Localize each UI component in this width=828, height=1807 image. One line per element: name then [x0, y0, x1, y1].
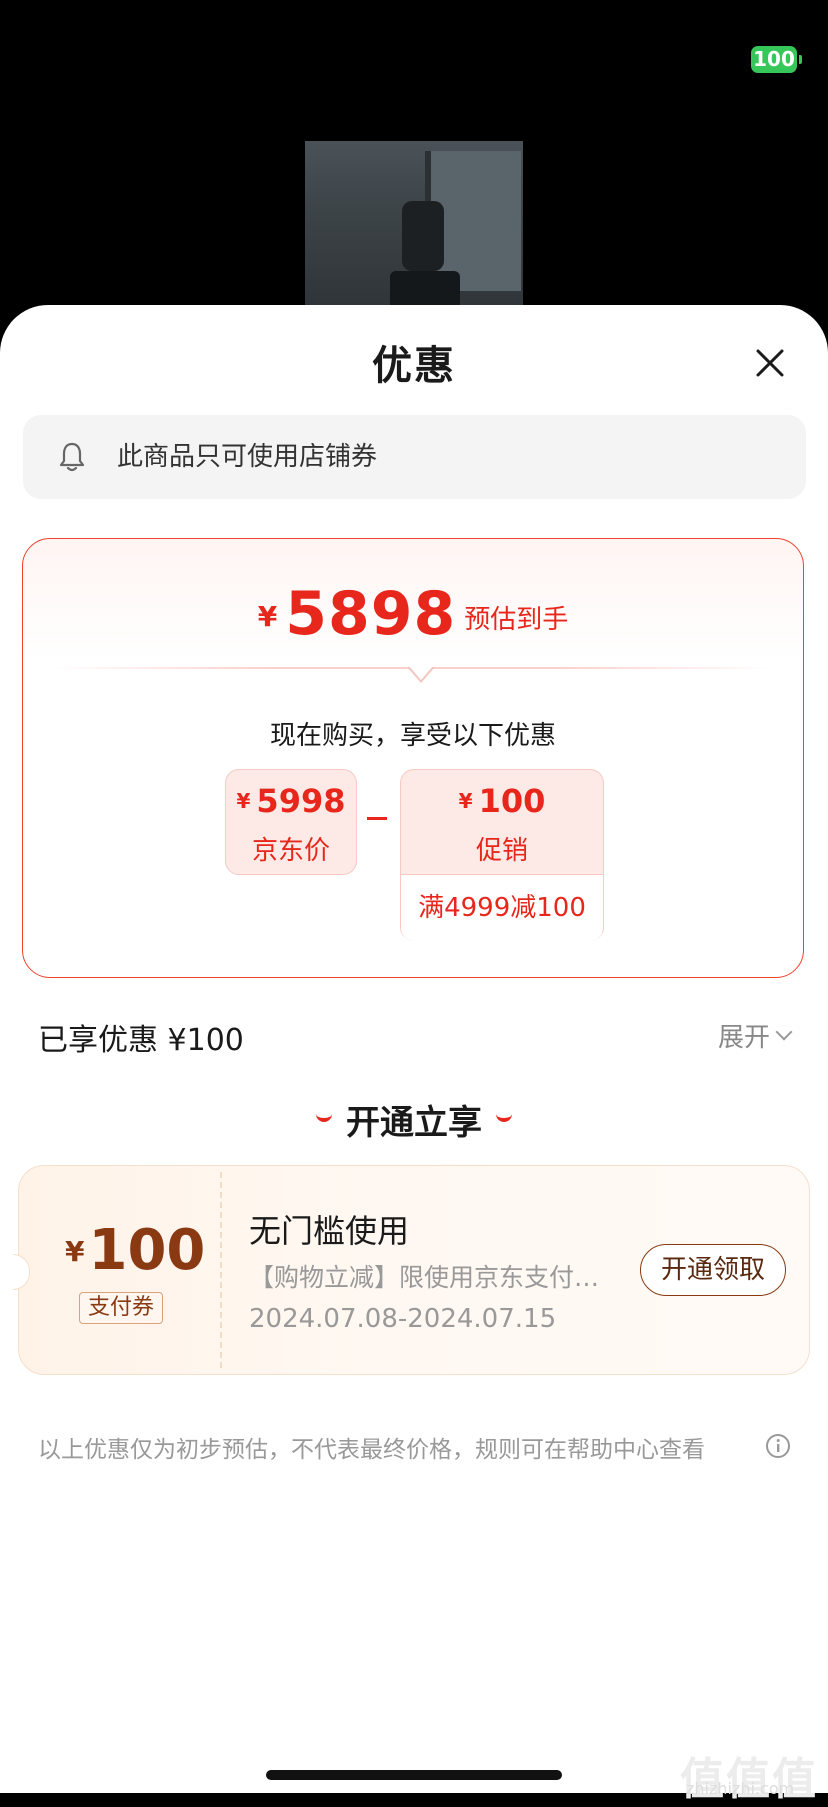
chevron-down-icon — [775, 1023, 793, 1041]
estimated-price-label: 预估到手 — [464, 605, 569, 635]
decor-left-icon — [316, 1110, 332, 1122]
coupon-title: 无门槛使用 — [249, 1212, 410, 1250]
open-section-title: 开通立享 — [0, 1095, 828, 1144]
home-indicator[interactable] — [266, 1770, 562, 1780]
watermark-url: zhizhizhi.com — [686, 1779, 795, 1798]
jd-price-label: 京东价 — [251, 836, 330, 866]
bell-icon — [59, 442, 85, 472]
estimated-price: ¥5898 预估到手 — [23, 579, 803, 649]
battery-indicator: 100 — [751, 46, 802, 73]
jd-price-amount: 5998 — [256, 782, 346, 820]
notice-banner: 此商品只可使用店铺券 — [23, 415, 806, 499]
open-section-title-text: 开通立享 — [346, 1103, 482, 1143]
expand-button[interactable]: 展开 — [718, 1017, 793, 1054]
coupon-description: 【购物立减】限使用京东支付… — [249, 1263, 600, 1292]
close-button[interactable] — [752, 345, 788, 381]
sheet-title: 优惠 — [372, 343, 456, 389]
payment-coupon-card: ¥100 支付券 无门槛使用 【购物立减】限使用京东支付… 2024.07.08… — [13, 1165, 810, 1375]
close-icon — [756, 349, 784, 377]
coupon-value-amount: 100 — [88, 1218, 206, 1283]
currency-symbol: ¥ — [65, 1235, 85, 1268]
notice-text: 此商品只可使用店铺券 — [117, 442, 378, 472]
expand-label: 展开 — [718, 1023, 771, 1053]
coupon-divider — [220, 1172, 222, 1368]
disclaimer: 以上优惠仅为初步预估，不代表最终价格，规则可在帮助中心查看 — [38, 1430, 790, 1464]
promo-box: ¥100 促销 满4999减100 — [400, 769, 604, 941]
promo-condition: 满4999减100 — [401, 874, 603, 941]
currency-symbol: ¥ — [236, 789, 251, 813]
coupon-type-badge: 支付券 — [79, 1292, 164, 1324]
info-icon[interactable] — [765, 1433, 791, 1459]
promo-amount: 100 — [478, 782, 546, 820]
background-photo — [305, 141, 523, 311]
divider-notch — [407, 666, 435, 683]
discount-sheet: 优惠 此商品只可使用店铺券 ¥5898 预估到手 现在购买，享受以下优惠 ¥599… — [0, 305, 828, 1805]
enjoyed-discount: 已享优惠 ¥100 — [38, 1023, 244, 1058]
coupon-validity: 2024.07.08-2024.07.15 — [249, 1304, 557, 1334]
coupon-notch — [13, 1254, 30, 1290]
claim-coupon-button[interactable]: 开通领取 — [640, 1244, 786, 1296]
estimate-card: ¥5898 预估到手 现在购买，享受以下优惠 ¥5998 京东价 ¥100 促销 … — [22, 538, 804, 978]
discount-subtitle: 现在购买，享受以下优惠 — [269, 721, 556, 751]
estimated-price-value: 5898 — [285, 579, 457, 649]
currency-symbol: ¥ — [257, 600, 278, 633]
jd-price-box: ¥5998 京东价 — [225, 769, 357, 875]
disclaimer-text: 以上优惠仅为初步预估，不代表最终价格，规则可在帮助中心查看 — [38, 1437, 705, 1463]
decor-right-icon — [496, 1110, 512, 1122]
coupon-value: ¥100 — [65, 1218, 205, 1283]
promo-label: 促销 — [475, 836, 528, 866]
currency-symbol: ¥ — [458, 789, 473, 813]
minus-sign — [367, 817, 387, 820]
